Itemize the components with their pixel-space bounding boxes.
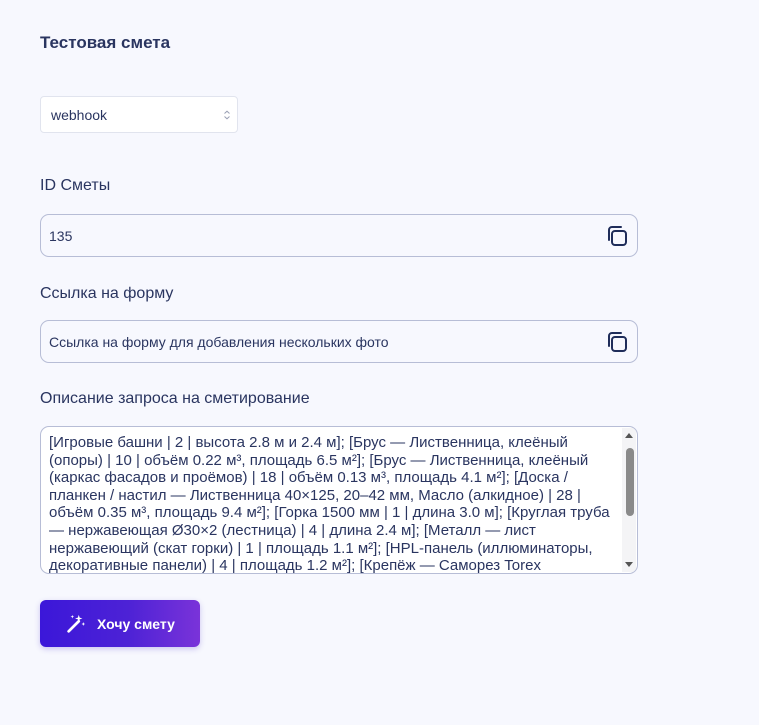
description-textarea[interactable]: [Игровые башни | 2 | высота 2.8 м и 2.4 … bbox=[40, 426, 638, 574]
submit-estimate-label: Хочу смету bbox=[97, 615, 175, 632]
page-title: Тестовая смета bbox=[40, 33, 171, 52]
description-scrollbar[interactable] bbox=[622, 428, 636, 572]
form-link-value: Ссылка на форму для добавления нескольки… bbox=[49, 333, 389, 350]
estimate-form: Тестовая смета webhook ID Сметы 135 Ссыл… bbox=[0, 0, 759, 725]
estimate-id-field[interactable]: 135 bbox=[40, 214, 638, 257]
magic-wand-icon bbox=[67, 614, 86, 633]
submit-estimate-button[interactable]: Хочу смету bbox=[40, 600, 200, 647]
scroll-up-arrow-icon[interactable] bbox=[625, 433, 633, 438]
description-text: [Игровые башни | 2 | высота 2.8 м и 2.4 … bbox=[49, 434, 610, 574]
scroll-down-arrow-icon[interactable] bbox=[625, 562, 633, 567]
form-link-field[interactable]: Ссылка на форму для добавления нескольки… bbox=[40, 320, 638, 363]
copy-icon[interactable] bbox=[605, 330, 629, 354]
copy-icon[interactable] bbox=[605, 224, 629, 248]
estimate-id-value: 135 bbox=[49, 227, 73, 244]
description-label: Описание запроса на сметирование bbox=[40, 390, 310, 407]
form-link-label: Ссылка на форму bbox=[40, 285, 174, 302]
integration-select-value: webhook bbox=[51, 106, 108, 123]
chevron-updown-icon bbox=[224, 110, 230, 120]
integration-select[interactable]: webhook bbox=[40, 96, 238, 133]
estimate-id-label: ID Сметы bbox=[40, 177, 111, 194]
scrollbar-thumb[interactable] bbox=[626, 448, 634, 516]
